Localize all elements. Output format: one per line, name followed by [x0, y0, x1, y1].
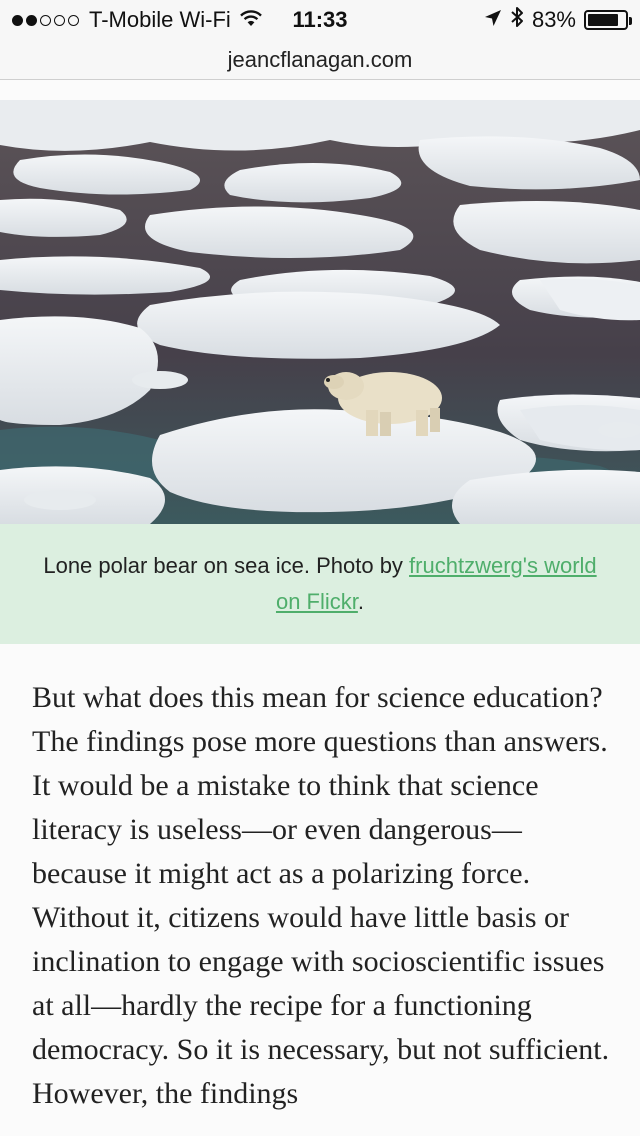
battery-fill: [588, 14, 618, 26]
url-domain[interactable]: jeancflanagan.com: [228, 47, 413, 73]
status-bar: T-Mobile Wi-Fi 11:33 83%: [0, 0, 640, 40]
wifi-icon: [239, 7, 263, 33]
address-bar[interactable]: jeancflanagan.com: [0, 40, 640, 80]
caption-text: Lone polar bear on sea ice. Photo by fru…: [36, 548, 604, 620]
battery-icon: [584, 10, 632, 30]
battery-percent: 83%: [531, 7, 576, 32]
polar-bear-photo: [0, 100, 640, 524]
status-time: 11:33: [292, 7, 348, 32]
photo-caption: Lone polar bear on sea ice. Photo by fru…: [0, 524, 640, 644]
article-paragraph: But what does this mean for science educ…: [32, 681, 610, 1110]
signal-dots-icon: [12, 14, 79, 26]
caption-suffix: .: [357, 589, 365, 614]
bluetooth-icon: [510, 6, 524, 34]
browser-page: T-Mobile Wi-Fi 11:33 83% jeancflanagan.c…: [0, 0, 640, 1136]
status-left: T-Mobile Wi-Fi: [12, 7, 263, 33]
carrier-label: T-Mobile Wi-Fi: [89, 7, 231, 32]
location-arrow-icon: [484, 7, 502, 33]
article-body: But what does this mean for science educ…: [32, 676, 612, 1116]
status-right: 83%: [484, 6, 632, 34]
caption-prefix: Lone polar bear on sea ice. Photo by: [43, 553, 410, 578]
